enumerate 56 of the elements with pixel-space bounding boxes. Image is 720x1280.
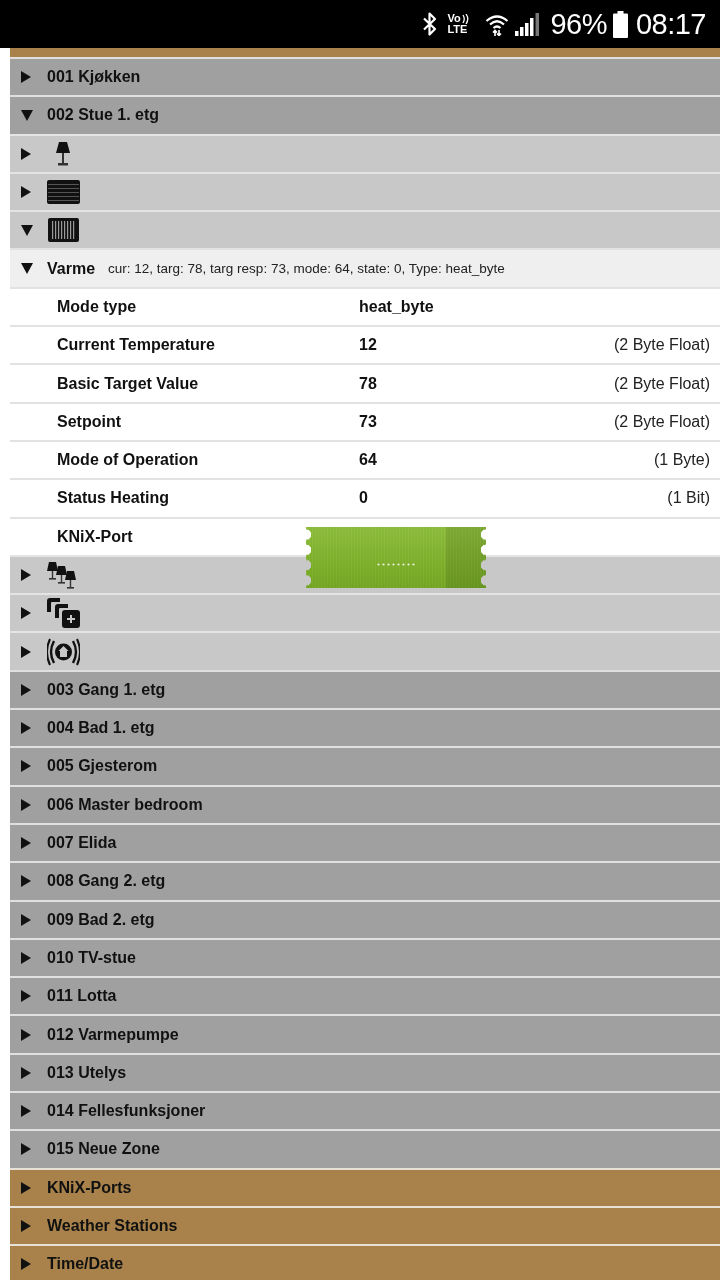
table-lamp-icon	[55, 141, 71, 166]
section-row[interactable]: KNiX-Ports	[10, 1167, 720, 1206]
stacked-squares-plus-icon	[47, 598, 80, 629]
switch-button[interactable]	[306, 526, 486, 588]
house-signal-icon	[47, 637, 80, 666]
zone-row[interactable]: 003 Gang 1. etg	[10, 669, 720, 709]
wifi-icon	[485, 12, 510, 36]
zone-row[interactable]: 005 Gjesterom	[10, 746, 720, 785]
zone-row[interactable]: 010 TV-stue	[10, 937, 720, 977]
property-type: (1 Byte)	[654, 451, 710, 470]
property-value: 73	[359, 412, 378, 431]
property-label: Current Temperature	[57, 336, 216, 355]
zone-row[interactable]: 004 Bad 1. etg	[10, 708, 720, 747]
zone-row[interactable]: 008 Gang 2. etg	[10, 861, 720, 900]
zone-row[interactable]: 014 Fellesfunksjoner	[10, 1091, 720, 1130]
zone-row[interactable]: 013 Utelys	[10, 1052, 720, 1091]
lamps-icon	[47, 561, 77, 589]
property-type: (2 Byte Float)	[613, 336, 710, 355]
property-value: heat_byte	[359, 297, 435, 316]
zone-row[interactable]: 007 Elida	[10, 822, 720, 862]
section-row[interactable]: Weather Stations	[10, 1205, 720, 1245]
radiator-icon	[48, 218, 79, 243]
zone-row[interactable]: 009 Bad 2. etg	[10, 899, 720, 938]
section-row[interactable]: Time/Date	[10, 1244, 720, 1280]
zone-row[interactable]: 015 Neue Zone	[10, 1129, 720, 1168]
battery-percent: 96%	[550, 8, 607, 40]
zone-row[interactable]: 001 Kjøkken	[10, 57, 720, 96]
property-type: (1 Bit)	[667, 489, 710, 508]
property-label: Basic Target Value	[57, 374, 200, 393]
cell-signal-icon	[515, 12, 541, 36]
property-value: 64	[359, 451, 378, 470]
property-type: (2 Byte Float)	[613, 412, 710, 431]
category-row[interactable]	[10, 171, 720, 211]
property-value: 12	[359, 336, 378, 355]
zone-row[interactable]: 002 Stue 1. etg	[10, 95, 720, 134]
battery-icon	[612, 10, 628, 38]
zone-row[interactable]: 006 Master bedroom	[10, 784, 720, 823]
property-label: Mode type	[57, 297, 138, 316]
property-label: Setpoint	[57, 412, 122, 431]
property-type: (2 Byte Float)	[613, 374, 710, 393]
category-row[interactable]	[10, 210, 720, 249]
property-label: Status Heating	[57, 489, 170, 508]
property-value: 78	[359, 374, 378, 393]
zone-row[interactable]: 012 Varmepumpe	[10, 1014, 720, 1053]
property-label: Mode of Operation	[57, 451, 200, 470]
dots-icon	[377, 563, 415, 567]
device-row[interactable]: Varme cur: 12, targ: 78, targ resp: 73, mode: 64, state: 0, Type: heat_byte	[10, 248, 720, 287]
zone-row[interactable]: 011 Lotta	[10, 976, 720, 1015]
property-value: 0	[359, 489, 369, 508]
volte-label: Vo	[447, 13, 461, 24]
property-label: KNiX-Port	[57, 527, 134, 546]
lte-label: LTE	[447, 24, 468, 35]
clock-time: 08:17	[635, 8, 706, 40]
bluetooth-icon	[422, 11, 439, 37]
signal-waves-icon	[461, 13, 469, 24]
window-blinds-icon	[47, 180, 80, 205]
